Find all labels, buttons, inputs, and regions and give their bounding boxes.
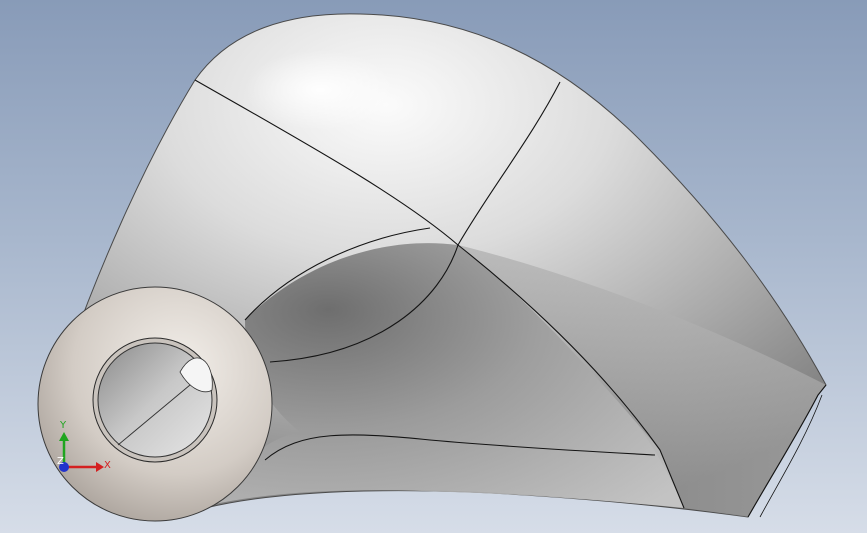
triad-x-label: X [104, 460, 111, 471]
model-view[interactable]: X Y Z [0, 0, 867, 533]
graphics-viewport[interactable]: X Y Z [0, 0, 867, 533]
triad-z-label: Z [57, 456, 64, 467]
triad-y-label: Y [59, 420, 67, 431]
specular-highlight [245, 50, 395, 130]
hub-assembly[interactable] [37, 286, 273, 522]
